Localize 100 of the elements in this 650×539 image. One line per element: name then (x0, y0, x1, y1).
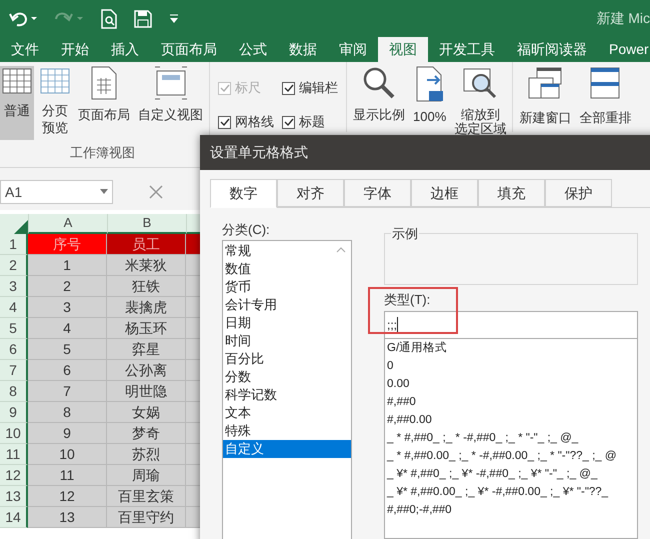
zoom-selection-icon (463, 66, 498, 100)
dialog-tab[interactable]: 数字 (210, 179, 277, 208)
text-cursor (397, 317, 398, 333)
type-item[interactable]: _ * #,##0.00_ ;_ * -#,##0.00_ ;_ * "-"??_ ;_ @ (385, 447, 637, 465)
row-header[interactable]: 1 (0, 234, 28, 255)
row-header[interactable]: 3 (0, 276, 28, 297)
table-cell: 百里玄策 (107, 486, 186, 507)
type-item[interactable]: #,##0 (385, 393, 637, 411)
category-item[interactable]: 科学记数 (223, 386, 351, 404)
row-header[interactable]: 12 (0, 465, 28, 486)
type-item[interactable]: _ ¥* #,##0.00_ ;_ ¥* -#,##0.00_ ;_ ¥* "-"??_ (385, 483, 637, 501)
category-item[interactable]: 文本 (223, 404, 351, 422)
category-item[interactable]: 特殊 (223, 422, 351, 440)
category-listbox[interactable]: 常规 数值 货币 会计专用 日期 时间 百分比 分数 科学记数 文本 特殊 自定义 (222, 240, 352, 539)
dialog-tab[interactable]: 保护 (545, 179, 612, 207)
zoom-button[interactable]: 100% (411, 66, 448, 124)
checkbox-label: 标题 (299, 113, 325, 132)
category-item[interactable]: 数值 (223, 260, 351, 278)
dialog-tab[interactable]: 字体 (344, 179, 411, 207)
checkbox-label: 网格线 (235, 113, 274, 132)
category-item[interactable]: 货币 (223, 278, 351, 296)
cancel-icon[interactable] (149, 185, 163, 199)
save-icon[interactable] (134, 10, 152, 28)
grid-icon (40, 66, 70, 96)
row-header[interactable]: 14 (0, 507, 28, 528)
ribbon-tab[interactable]: 页面布局 (150, 37, 228, 62)
checkbox-label: 编辑栏 (299, 79, 338, 98)
print-preview-icon[interactable] (100, 8, 118, 28)
type-item[interactable]: #,##0.00 (385, 411, 637, 429)
row-header[interactable]: 5 (0, 318, 28, 339)
type-item[interactable]: 0 (385, 357, 637, 375)
checkbox[interactable] (282, 82, 295, 94)
view-button[interactable]: 自定义视图 (136, 66, 205, 140)
type-item[interactable]: _ ¥* #,##0_ ;_ ¥* -#,##0_ ;_ ¥* "-"_ ;_ @_ (385, 465, 637, 483)
checkbox-label: 标尺 (235, 79, 261, 98)
row-header[interactable]: 6 (0, 339, 28, 360)
row-header[interactable]: 11 (0, 444, 28, 465)
table-cell: 百里守约 (107, 507, 186, 528)
category-item[interactable]: 分数 (223, 368, 351, 386)
window-button[interactable]: 全部重排 (577, 66, 634, 128)
dropdown-caret-icon[interactable] (100, 189, 108, 195)
table-cell: 梦奇 (107, 423, 186, 444)
type-item[interactable]: G/通用格式 (385, 339, 637, 357)
table-cell: 3 (28, 297, 107, 318)
checkbox[interactable] (218, 116, 231, 128)
table-cell: 7 (28, 381, 107, 402)
ribbon-tab[interactable]: 开发工具 (428, 37, 506, 62)
name-box[interactable]: A1 (0, 180, 113, 204)
zoom-button[interactable]: 显示比例 (351, 66, 407, 122)
window-title: 新建 Mic (596, 9, 650, 28)
checkmark-icon (284, 117, 294, 127)
type-item[interactable]: 0.00 (385, 375, 637, 393)
table-cell: 1 (28, 255, 107, 276)
table-cell: 序号 (28, 234, 107, 255)
row-header[interactable]: 4 (0, 297, 28, 318)
ribbon-tab[interactable]: 开始 (50, 37, 100, 62)
ribbon-tab[interactable]: 文件 (0, 37, 50, 62)
type-listbox[interactable] (384, 339, 638, 539)
customize-dropdown-icon[interactable] (168, 12, 180, 24)
category-item[interactable]: 时间 (223, 332, 351, 350)
category-item[interactable]: 自定义 (223, 440, 351, 458)
dialog-tab[interactable]: 填充 (478, 179, 545, 207)
dialog-tab[interactable]: 边框 (411, 179, 478, 207)
checkbox[interactable] (282, 116, 295, 128)
type-item[interactable]: _ * #,##0_ ;_ * -#,##0_ ;_ * "-"_ ;_ @_ (385, 429, 637, 447)
checkmark-icon (220, 117, 230, 127)
ribbon-tab[interactable]: 数据 (278, 37, 328, 62)
stacked-windows-icon (589, 66, 622, 100)
view-button[interactable]: 普通 (0, 66, 34, 140)
row-header[interactable]: 9 (0, 402, 28, 423)
row-header[interactable]: 13 (0, 486, 28, 507)
table-cell: 公孙离 (107, 360, 186, 381)
window-button[interactable]: 新建窗口 (517, 66, 574, 128)
ribbon-tab[interactable]: 公式 (228, 37, 278, 62)
ribbon-tab[interactable]: 福昕阅读器 (506, 37, 598, 62)
row-header[interactable]: 10 (0, 423, 28, 444)
table-cell: 员工 (107, 234, 186, 255)
category-item[interactable]: 常规 (223, 242, 351, 260)
ribbon-tab[interactable]: Power (598, 37, 650, 62)
row-header[interactable]: 8 (0, 381, 28, 402)
view-button[interactable]: 分页 预览 (38, 66, 72, 140)
category-item[interactable]: 百分比 (223, 350, 351, 368)
category-item[interactable]: 会计专用 (223, 296, 351, 314)
ribbon-tab[interactable]: 视图 (378, 37, 428, 62)
category-item[interactable]: 日期 (223, 314, 351, 332)
table-cell: 米莱狄 (107, 255, 186, 276)
ribbon-tab[interactable]: 审阅 (328, 37, 378, 62)
table-cell: 13 (28, 507, 107, 528)
view-button[interactable]: 页面布局 (76, 66, 132, 140)
dialog-tab[interactable]: 对齐 (277, 179, 344, 207)
row-header[interactable]: 7 (0, 360, 28, 381)
type-item[interactable]: #,##0;-#,##0 (385, 501, 637, 519)
checkmark-icon (220, 83, 230, 93)
table-cell: 狂铁 (107, 276, 186, 297)
table-cell: 10 (28, 444, 107, 465)
type-input-field[interactable]: ;;; (384, 311, 638, 339)
ribbon-tab[interactable]: 插入 (100, 37, 150, 62)
table-cell: 6 (28, 360, 107, 381)
zoom-button[interactable]: 缩放到 选定区域 (452, 66, 508, 136)
row-header[interactable]: 2 (0, 255, 28, 276)
